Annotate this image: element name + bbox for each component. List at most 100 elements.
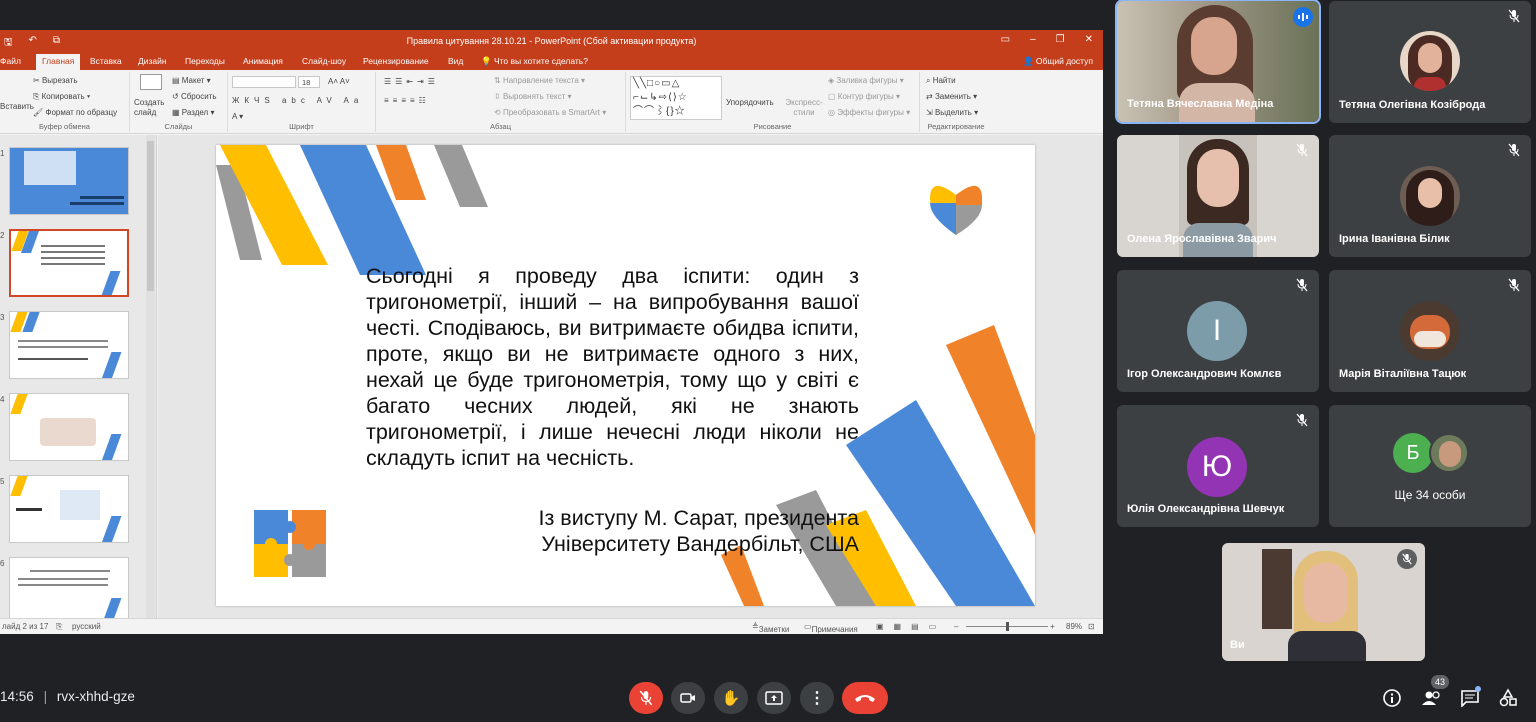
thumbs-scrollbar[interactable]: [146, 135, 155, 618]
align-text-button[interactable]: ⇳ Выровнять текст ▾: [494, 92, 572, 101]
slide-quote-text[interactable]: Сьогодні я проведу два іспити: один з тр…: [366, 263, 859, 471]
copy-button[interactable]: ⎘ Копировать ▾: [33, 92, 90, 102]
slide-thumb-2[interactable]: [9, 229, 129, 297]
new-slide-icon[interactable]: [140, 74, 162, 90]
participant-tile[interactable]: Олена Ярославівна Зварич: [1117, 135, 1319, 257]
ribbon-display-icon[interactable]: ▭: [1001, 34, 1010, 45]
mic-off-icon: [639, 690, 653, 706]
leave-call-button[interactable]: [842, 682, 888, 714]
tab-transitions[interactable]: Переходы: [185, 56, 225, 66]
tab-review[interactable]: Рецензирование: [363, 56, 429, 66]
font-grow-icon[interactable]: A˄ A˅: [328, 77, 350, 86]
participant-tile[interactable]: Тетяна Вячеславна Медіна: [1115, 0, 1321, 124]
group-label-slides: Слайды: [164, 122, 193, 131]
participant-tile[interactable]: Марія Віталіївна Тацюк: [1329, 270, 1531, 392]
section-label: Раздел: [181, 108, 209, 117]
cut-button[interactable]: ✂ Вырезать: [33, 76, 78, 85]
zoom-out-icon[interactable]: –: [954, 622, 958, 631]
language-label[interactable]: русский: [72, 622, 101, 631]
self-view-tile[interactable]: Ви: [1222, 543, 1425, 661]
participant-tile[interactable]: Ю Юлія Олександрівна Шевчук: [1117, 405, 1319, 527]
people-button[interactable]: [1420, 686, 1444, 710]
reset-button[interactable]: ↺ Сбросить: [172, 92, 217, 101]
restore-icon[interactable]: ❐: [1056, 34, 1065, 45]
font-name-field[interactable]: [232, 76, 296, 88]
shape-fill-button[interactable]: ◈ Заливка фигуры ▾: [828, 76, 904, 85]
replace-button[interactable]: ⇄ Заменить ▾: [926, 92, 977, 101]
group-font: 18 A˄ A˅ ЖКЧS abc AV Aa A ▾ Шрифт: [228, 72, 376, 132]
participant-tile[interactable]: Ірина Іванівна Білик: [1329, 135, 1531, 257]
slide-thumb-6[interactable]: [9, 557, 129, 618]
view-buttons[interactable]: ▣▦▤▭: [876, 622, 946, 631]
layout-button[interactable]: ▤ Макет ▾: [172, 76, 211, 85]
activities-button[interactable]: [1496, 686, 1520, 710]
shape-effects-button[interactable]: ◎ Эффекты фигуры ▾: [828, 108, 910, 117]
chat-button[interactable]: [1458, 686, 1482, 710]
tab-insert[interactable]: Вставка: [90, 56, 122, 66]
tab-animation[interactable]: Анимация: [243, 56, 283, 66]
raise-hand-button[interactable]: ✋: [714, 682, 748, 714]
mic-toggle-button[interactable]: [629, 682, 663, 714]
align-icons[interactable]: ≡≡≡≡☷: [384, 96, 430, 105]
layout-label: Макет: [181, 76, 205, 85]
slide-thumb-5[interactable]: [9, 475, 129, 543]
slide-thumb-4[interactable]: [9, 393, 129, 461]
spellcheck-icon[interactable]: ⎘: [56, 622, 62, 632]
smartart-button[interactable]: ⟲ Преобразовать в SmartArt ▾: [494, 108, 606, 117]
present-button[interactable]: [757, 682, 791, 714]
paste-button[interactable]: Вставить: [0, 102, 34, 111]
text-direction-button[interactable]: ⇅ Направление текста ▾: [494, 76, 585, 85]
present-screen-icon: [765, 691, 783, 705]
notes-button[interactable]: ≜ Заметки: [752, 622, 789, 634]
close-icon[interactable]: ✕: [1085, 34, 1093, 45]
font-size-field[interactable]: 18: [298, 76, 320, 88]
tab-home[interactable]: Главная: [36, 54, 81, 70]
others-tile[interactable]: Б Ще 34 особи: [1329, 405, 1531, 527]
tell-me-search[interactable]: 💡 Что вы хотите сделать?: [481, 56, 588, 67]
replace-label: Заменить: [934, 92, 971, 101]
camera-toggle-button[interactable]: [671, 682, 705, 714]
new-slide-button[interactable]: Создать слайд: [134, 98, 170, 118]
bullets-icons[interactable]: ☰☰⇤⇥☰: [384, 77, 439, 86]
fit-slide-icon[interactable]: ⊡: [1088, 622, 1095, 631]
section-button[interactable]: ▦ Раздел ▾: [172, 108, 214, 117]
find-button[interactable]: ⌕ Найти: [926, 76, 956, 86]
quick-styles-button[interactable]: Экспресс-стили: [784, 98, 824, 118]
tab-design[interactable]: Дизайн: [138, 56, 167, 66]
minimize-icon[interactable]: –: [1030, 34, 1036, 45]
mic-off-icon: [1508, 9, 1520, 23]
zoom-in-icon[interactable]: +: [1050, 622, 1055, 631]
select-button[interactable]: ⇲ Выделить ▾: [926, 108, 978, 117]
comments-button[interactable]: ▭ Примечания: [804, 622, 858, 634]
format-painter-button[interactable]: 🖌 Формат по образцу: [33, 108, 117, 117]
slide-thumb-3[interactable]: [9, 311, 129, 379]
meeting-details-button[interactable]: [1380, 686, 1404, 710]
share-button[interactable]: 👤 Общий доступ: [1023, 56, 1093, 67]
slide-thumb-1[interactable]: [9, 147, 129, 215]
activities-icon: [1499, 688, 1517, 707]
zoom-slider-thumb[interactable]: [1006, 622, 1009, 631]
shape-effects-label: Эффекты фигуры: [837, 108, 904, 117]
slide-attribution[interactable]: Із виступу М. Сарат, президента Універси…: [439, 505, 859, 557]
tab-file[interactable]: Файл: [0, 56, 21, 66]
shapes-gallery[interactable]: ╲╲□○▭△ ⌐⌙↳⇨⟨⟩☆ ⌒⌒⌇{}☆: [630, 76, 722, 120]
self-label: Ви: [1230, 639, 1245, 651]
more-options-button[interactable]: ⋮: [800, 682, 834, 714]
chat-unread-dot: [1475, 686, 1481, 692]
tab-slideshow[interactable]: Слайд-шоу: [302, 56, 346, 66]
participant-tile[interactable]: Тетяна Олегівна Козіброда: [1329, 1, 1531, 123]
participant-name: Юлія Олександрівна Шевчук: [1127, 503, 1285, 515]
meeting-code[interactable]: rvx-xhhd-gze: [57, 689, 135, 704]
thumbs-scroll-thumb[interactable]: [147, 141, 154, 291]
mic-off-icon: [1296, 413, 1308, 427]
font-format-buttons[interactable]: ЖКЧS abc AV Aa: [232, 96, 363, 105]
participant-tile[interactable]: І Ігор Олександрович Комлєв: [1117, 270, 1319, 392]
zoom-level[interactable]: 89%: [1066, 622, 1082, 631]
shape-fill-label: Заливка фигуры: [836, 76, 898, 85]
tab-view[interactable]: Вид: [448, 56, 463, 66]
font-color-icon[interactable]: A ▾: [232, 112, 243, 121]
current-slide[interactable]: Сьогодні я проведу два іспити: один з тр…: [216, 145, 1035, 606]
shape-outline-button[interactable]: ▢ Контур фигуры ▾: [828, 92, 900, 101]
decor-stripe: [434, 145, 488, 207]
arrange-button[interactable]: Упорядочить: [726, 98, 774, 107]
